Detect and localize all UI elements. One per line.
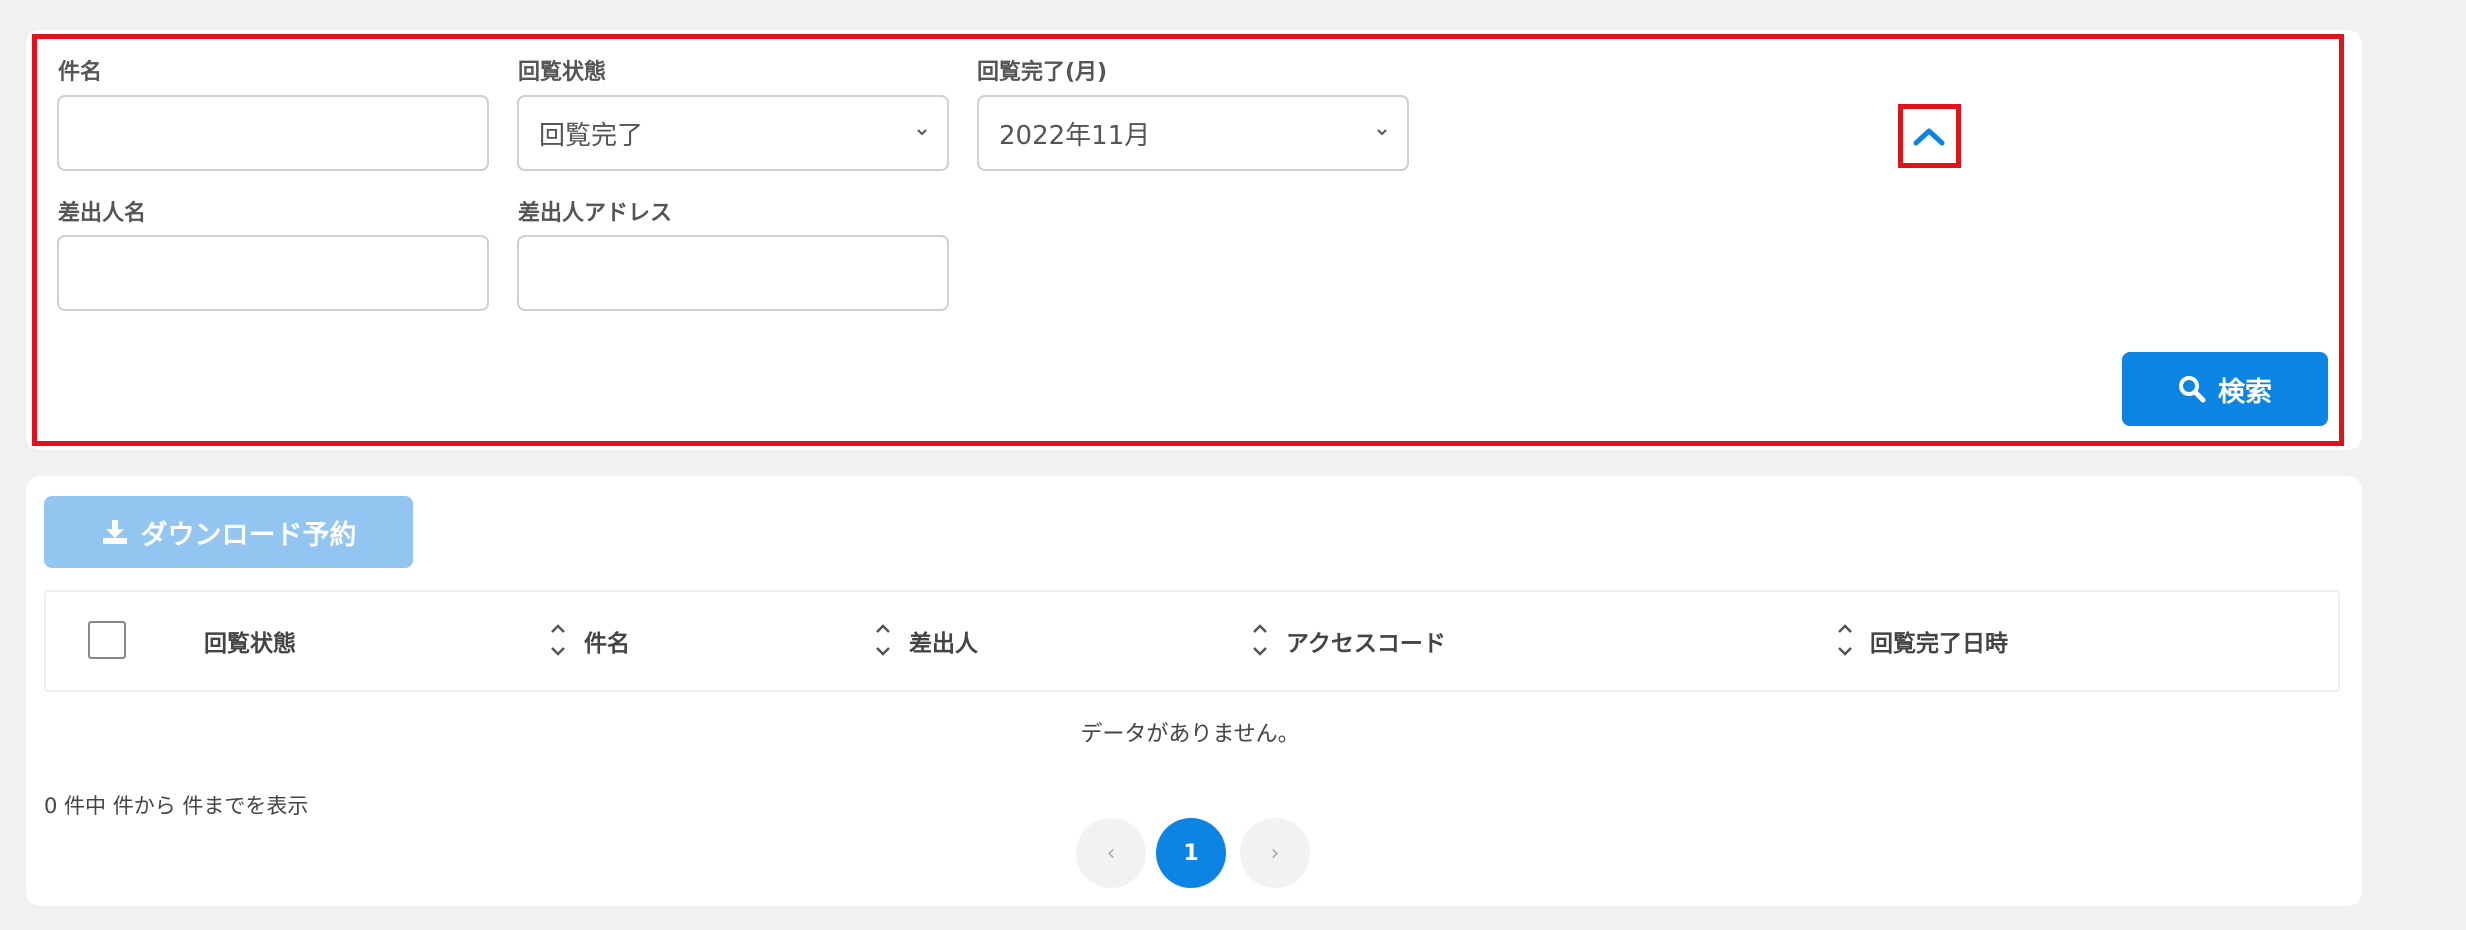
select-all-checkbox[interactable] bbox=[88, 621, 126, 659]
search-button[interactable]: 検索 bbox=[2122, 352, 2328, 426]
chevron-up-icon bbox=[1913, 128, 1945, 146]
download-button-label: ダウンロード予約 bbox=[140, 519, 357, 551]
column-header-completed-at[interactable]: 回覧完了日時 bbox=[1870, 626, 2008, 657]
sort-icon[interactable] bbox=[873, 620, 893, 660]
completion-month-label: 回覧完了(月) bbox=[977, 60, 1108, 85]
empty-message: データがありません。 bbox=[1080, 722, 1300, 747]
subject-input[interactable] bbox=[57, 95, 489, 171]
column-header-sender[interactable]: 差出人 bbox=[909, 626, 978, 657]
chevron-down-icon bbox=[1377, 129, 1387, 136]
column-header-subject[interactable]: 件名 bbox=[584, 626, 630, 657]
completion-month-value: 2022年11月 bbox=[999, 120, 1151, 151]
column-header-status[interactable]: 回覧状態 bbox=[204, 626, 296, 657]
circulation-status-label: 回覧状態 bbox=[518, 60, 607, 85]
subject-label: 件名 bbox=[58, 60, 103, 85]
circulation-status-value: 回覧完了 bbox=[539, 120, 644, 151]
sender-name-input[interactable] bbox=[57, 235, 489, 311]
chevron-down-icon bbox=[917, 129, 927, 136]
record-count-text: 0 件中 件から 件までを表示 bbox=[44, 794, 309, 818]
column-header-access-code[interactable]: アクセスコード bbox=[1286, 626, 1446, 657]
sender-name-label: 差出人名 bbox=[58, 201, 147, 226]
collapse-toggle-button[interactable] bbox=[1906, 112, 1952, 160]
pagination-next-button[interactable]: › bbox=[1240, 818, 1310, 888]
pagination-prev-button[interactable]: ‹ bbox=[1076, 818, 1146, 888]
search-button-label: 検索 bbox=[2218, 376, 2272, 408]
sort-icon[interactable] bbox=[1250, 620, 1270, 660]
sort-icon[interactable] bbox=[548, 620, 568, 660]
completion-month-select[interactable]: 2022年11月 bbox=[977, 95, 1409, 171]
search-icon bbox=[2179, 376, 2206, 403]
download-reservation-button[interactable]: ダウンロード予約 bbox=[44, 496, 413, 568]
sender-address-label: 差出人アドレス bbox=[518, 201, 673, 226]
circulation-status-select[interactable]: 回覧完了 bbox=[517, 95, 949, 171]
pagination-page-1[interactable]: 1 bbox=[1156, 818, 1226, 888]
sender-address-input[interactable] bbox=[517, 235, 949, 311]
sort-icon[interactable] bbox=[1835, 620, 1855, 660]
download-icon bbox=[102, 520, 127, 544]
